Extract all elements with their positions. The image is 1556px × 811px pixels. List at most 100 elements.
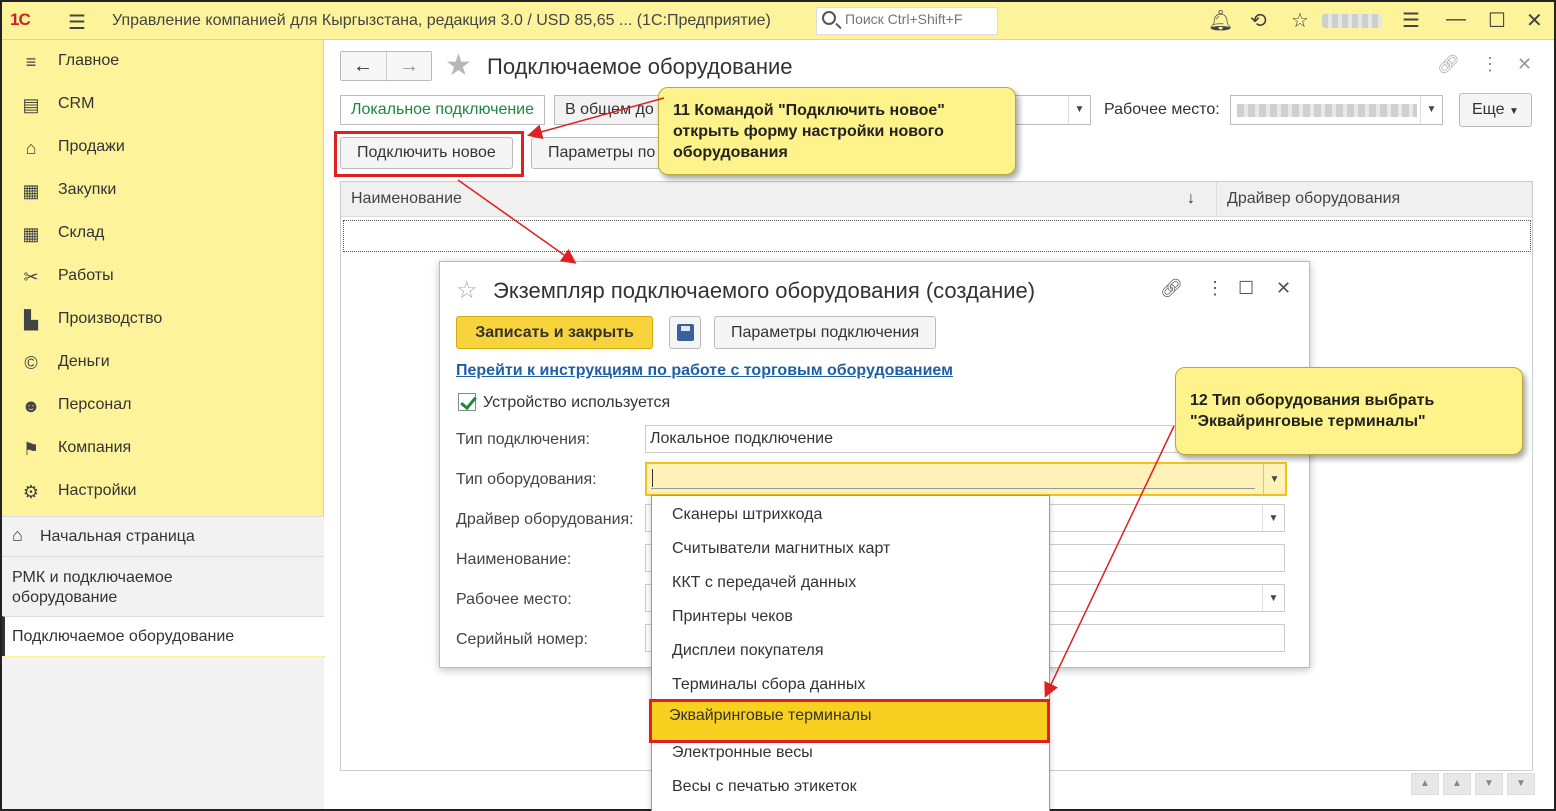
settings-menu-icon[interactable]: ☰ [1402, 8, 1420, 33]
factory-icon: ▙ [24, 310, 38, 330]
save-button[interactable] [669, 316, 701, 349]
sidebar-item-label: CRM [58, 95, 95, 112]
connection-params-button[interactable]: Параметры подключения [714, 316, 937, 349]
favorites-star-icon[interactable]: ☆ [1291, 8, 1309, 33]
more-button[interactable]: Еще ▼ [1459, 93, 1532, 127]
sidebar-item-works[interactable]: ✂ Работы [2, 255, 324, 298]
workplace-field-label: Рабочее место: [456, 591, 572, 608]
equip-type-label: Тип оборудования: [456, 471, 597, 488]
maximize-icon[interactable]: ☐ [1238, 278, 1254, 299]
nav-back-forward: ← → [340, 51, 432, 82]
params-button[interactable]: Параметры по [531, 137, 661, 169]
col-name-header[interactable]: Наименование [351, 190, 462, 208]
back-arrow-icon[interactable]: ← [353, 55, 373, 78]
coin-icon: © [24, 353, 38, 373]
maximize-icon[interactable]: ☐ [1488, 8, 1506, 33]
floppy-disk-icon [677, 324, 694, 341]
link-icon[interactable]: 🔗︎ [1160, 278, 1183, 299]
instructions-link[interactable]: Перейти к инструкциям по работе с торгов… [456, 362, 953, 380]
table-row[interactable] [343, 220, 1531, 252]
page-title: Подключаемое оборудование [487, 54, 793, 79]
scroll-bottom-icon[interactable]: ▼ [1507, 773, 1535, 795]
filter-combo[interactable]: ▼ [1003, 95, 1091, 125]
sidebar-item-sales[interactable]: ⌂ Продажи [2, 126, 324, 169]
chevron-down-icon[interactable]: ▼ [1420, 96, 1442, 124]
sidebar-item-crm[interactable]: ▤ CRM [2, 83, 324, 126]
search-icon [822, 11, 836, 25]
more-vert-icon[interactable]: ⋮ [1206, 278, 1224, 299]
crm-card-icon: ▤ [22, 95, 40, 115]
sidebar-item-label: Деньги [58, 353, 110, 370]
sidebar-item-label: Закупки [58, 181, 117, 198]
menu-lines-icon: ≡ [25, 52, 37, 72]
sidebar: ≡ Главное ▤ CRM ⌂ Продажи ▦ Закупки ▦ Склад ✂… [2, 40, 324, 809]
dropdown-option[interactable]: Принтеры чеков [652, 600, 1049, 634]
people-icon: ☻ [21, 396, 41, 416]
col-driver-header[interactable]: Драйвер оборудования [1227, 190, 1400, 208]
sidebar-item-company[interactable]: ⚑ Компания [2, 427, 324, 470]
driver-label: Драйвер оборудования: [456, 511, 634, 528]
link-icon[interactable]: 🔗︎ [1437, 54, 1460, 75]
sidebar-section-rmk[interactable]: РМК и подключаемое оборудование [2, 556, 324, 616]
device-used-checkbox[interactable] [458, 393, 476, 411]
sidebar-item-label: Работы [58, 267, 114, 284]
tab-local-connection[interactable]: Локальное подключение [340, 95, 546, 125]
more-vert-icon[interactable]: ⋮ [1481, 54, 1499, 75]
chevron-down-icon[interactable]: ▼ [1262, 585, 1284, 611]
flag-icon: ⚑ [22, 439, 40, 459]
scroll-up-icon[interactable]: ▲ [1443, 773, 1471, 795]
dropdown-option[interactable]: Считыватели магнитных карт [652, 532, 1049, 566]
sidebar-item-main[interactable]: ≡ Главное [2, 40, 324, 83]
chevron-down-icon[interactable]: ▼ [1068, 96, 1090, 124]
sidebar-item-staff[interactable]: ☻ Персонал [2, 384, 324, 427]
text-caret [652, 469, 653, 487]
close-form-icon[interactable]: ✕ [1517, 54, 1532, 75]
cart-icon: ▦ [22, 181, 40, 201]
sidebar-item-label: Компания [58, 439, 132, 456]
search-input[interactable] [845, 11, 995, 27]
sidebar-empty [2, 657, 324, 809]
app-logo: 1С [10, 10, 31, 29]
chevron-down-icon[interactable]: ▼ [1262, 505, 1284, 531]
title-bar: 1С ☰ Управление компанией для Кыргызстан… [2, 2, 1554, 40]
dropdown-option[interactable]: Терминалы сбора данных [652, 668, 1049, 702]
sidebar-item-label: Склад [58, 224, 105, 241]
main-menu-icon[interactable]: ☰ [68, 10, 86, 35]
sidebar-home[interactable]: ⌂ Начальная страница [2, 516, 324, 556]
sidebar-section-equipment[interactable]: Подключаемое оборудование [2, 616, 324, 656]
tools-icon: ✂ [23, 267, 39, 287]
dropdown-option[interactable]: Дисплеи покупателя [652, 634, 1049, 668]
close-window-icon[interactable]: ✕ [1526, 8, 1543, 33]
dropdown-option[interactable]: Электронные весы [652, 736, 1049, 770]
workplace-select[interactable]: ▼ [1230, 95, 1443, 125]
dropdown-option[interactable]: Сканеры штрихкода [652, 498, 1049, 532]
sidebar-item-settings[interactable]: ⚙ Настройки [2, 470, 324, 513]
sidebar-item-label: Персонал [58, 396, 132, 413]
favorite-star-icon[interactable]: ★ [445, 48, 472, 83]
chevron-down-icon[interactable]: ▼ [1263, 464, 1285, 494]
sidebar-item-warehouse[interactable]: ▦ Склад [2, 212, 324, 255]
tab-shared[interactable]: В общем до [554, 95, 664, 125]
dropdown-option[interactable]: Весы с печатью этикеток [652, 770, 1049, 804]
scroll-down-icon[interactable]: ▼ [1475, 773, 1503, 795]
global-search[interactable] [816, 7, 998, 35]
sidebar-item-purchases[interactable]: ▦ Закупки [2, 169, 324, 212]
dropdown-option[interactable]: ККТ с передачей данных [652, 566, 1049, 600]
bell-icon[interactable]: 🔔︎ [1208, 8, 1233, 33]
forward-arrow-icon[interactable]: → [399, 55, 419, 78]
minimize-icon[interactable]: — [1446, 8, 1466, 31]
save-and-close-button[interactable]: Записать и закрыть [456, 316, 653, 349]
warehouse-grid-icon: ▦ [22, 224, 40, 244]
scroll-top-icon[interactable]: ▲ [1411, 773, 1439, 795]
favorite-star-icon[interactable]: ☆ [456, 276, 478, 305]
sidebar-item-label: Настройки [58, 482, 137, 499]
more-button-label: Еще [1472, 101, 1505, 118]
callout-step-12: 12 Тип оборудования выбрать "Эквайрингов… [1175, 367, 1523, 455]
sort-arrow-icon[interactable]: ↓ [1187, 190, 1195, 208]
sidebar-item-money[interactable]: © Деньги [2, 341, 324, 384]
equip-type-field[interactable]: ▼ [645, 462, 1287, 496]
history-icon[interactable]: ⟲ [1250, 8, 1267, 33]
sidebar-item-production[interactable]: ▙ Производство [2, 298, 324, 341]
close-icon[interactable]: ✕ [1276, 278, 1291, 299]
user-name-blurred[interactable] [1322, 14, 1382, 28]
